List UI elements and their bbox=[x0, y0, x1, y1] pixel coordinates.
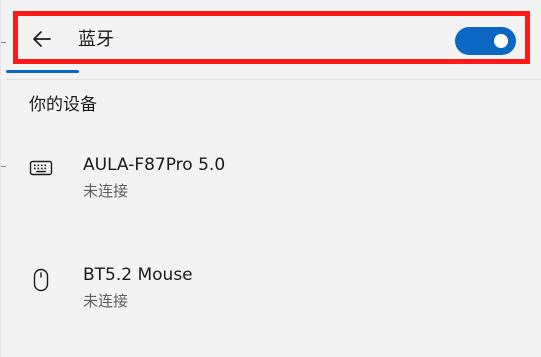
bluetooth-panel: 蓝牙 你的设备 AULA-F87Pro 5.0 未连接 BT5.2 Mouse … bbox=[0, 0, 541, 357]
toggle-knob bbox=[494, 34, 508, 48]
edge-line bbox=[1, 42, 6, 43]
bluetooth-title: 蓝牙 bbox=[78, 29, 114, 50]
device-name: BT5.2 Mouse bbox=[83, 265, 193, 285]
device-item-keyboard[interactable]: AULA-F87Pro 5.0 未连接 bbox=[21, 150, 541, 210]
keyboard-icon bbox=[29, 156, 53, 180]
edge-line bbox=[1, 166, 6, 167]
device-status: 未连接 bbox=[83, 182, 129, 200]
arrow-left-icon bbox=[33, 31, 51, 47]
bluetooth-toggle[interactable] bbox=[455, 27, 516, 55]
focus-underline bbox=[6, 70, 79, 73]
device-name: AULA-F87Pro 5.0 bbox=[83, 155, 226, 175]
back-button[interactable] bbox=[29, 26, 55, 52]
your-devices-heading: 你的设备 bbox=[29, 95, 97, 115]
bluetooth-header: 蓝牙 bbox=[13, 11, 530, 64]
device-item-mouse[interactable]: BT5.2 Mouse 未连接 bbox=[21, 260, 541, 320]
mouse-icon bbox=[29, 268, 53, 292]
device-status: 未连接 bbox=[83, 292, 129, 310]
divider bbox=[6, 79, 541, 80]
